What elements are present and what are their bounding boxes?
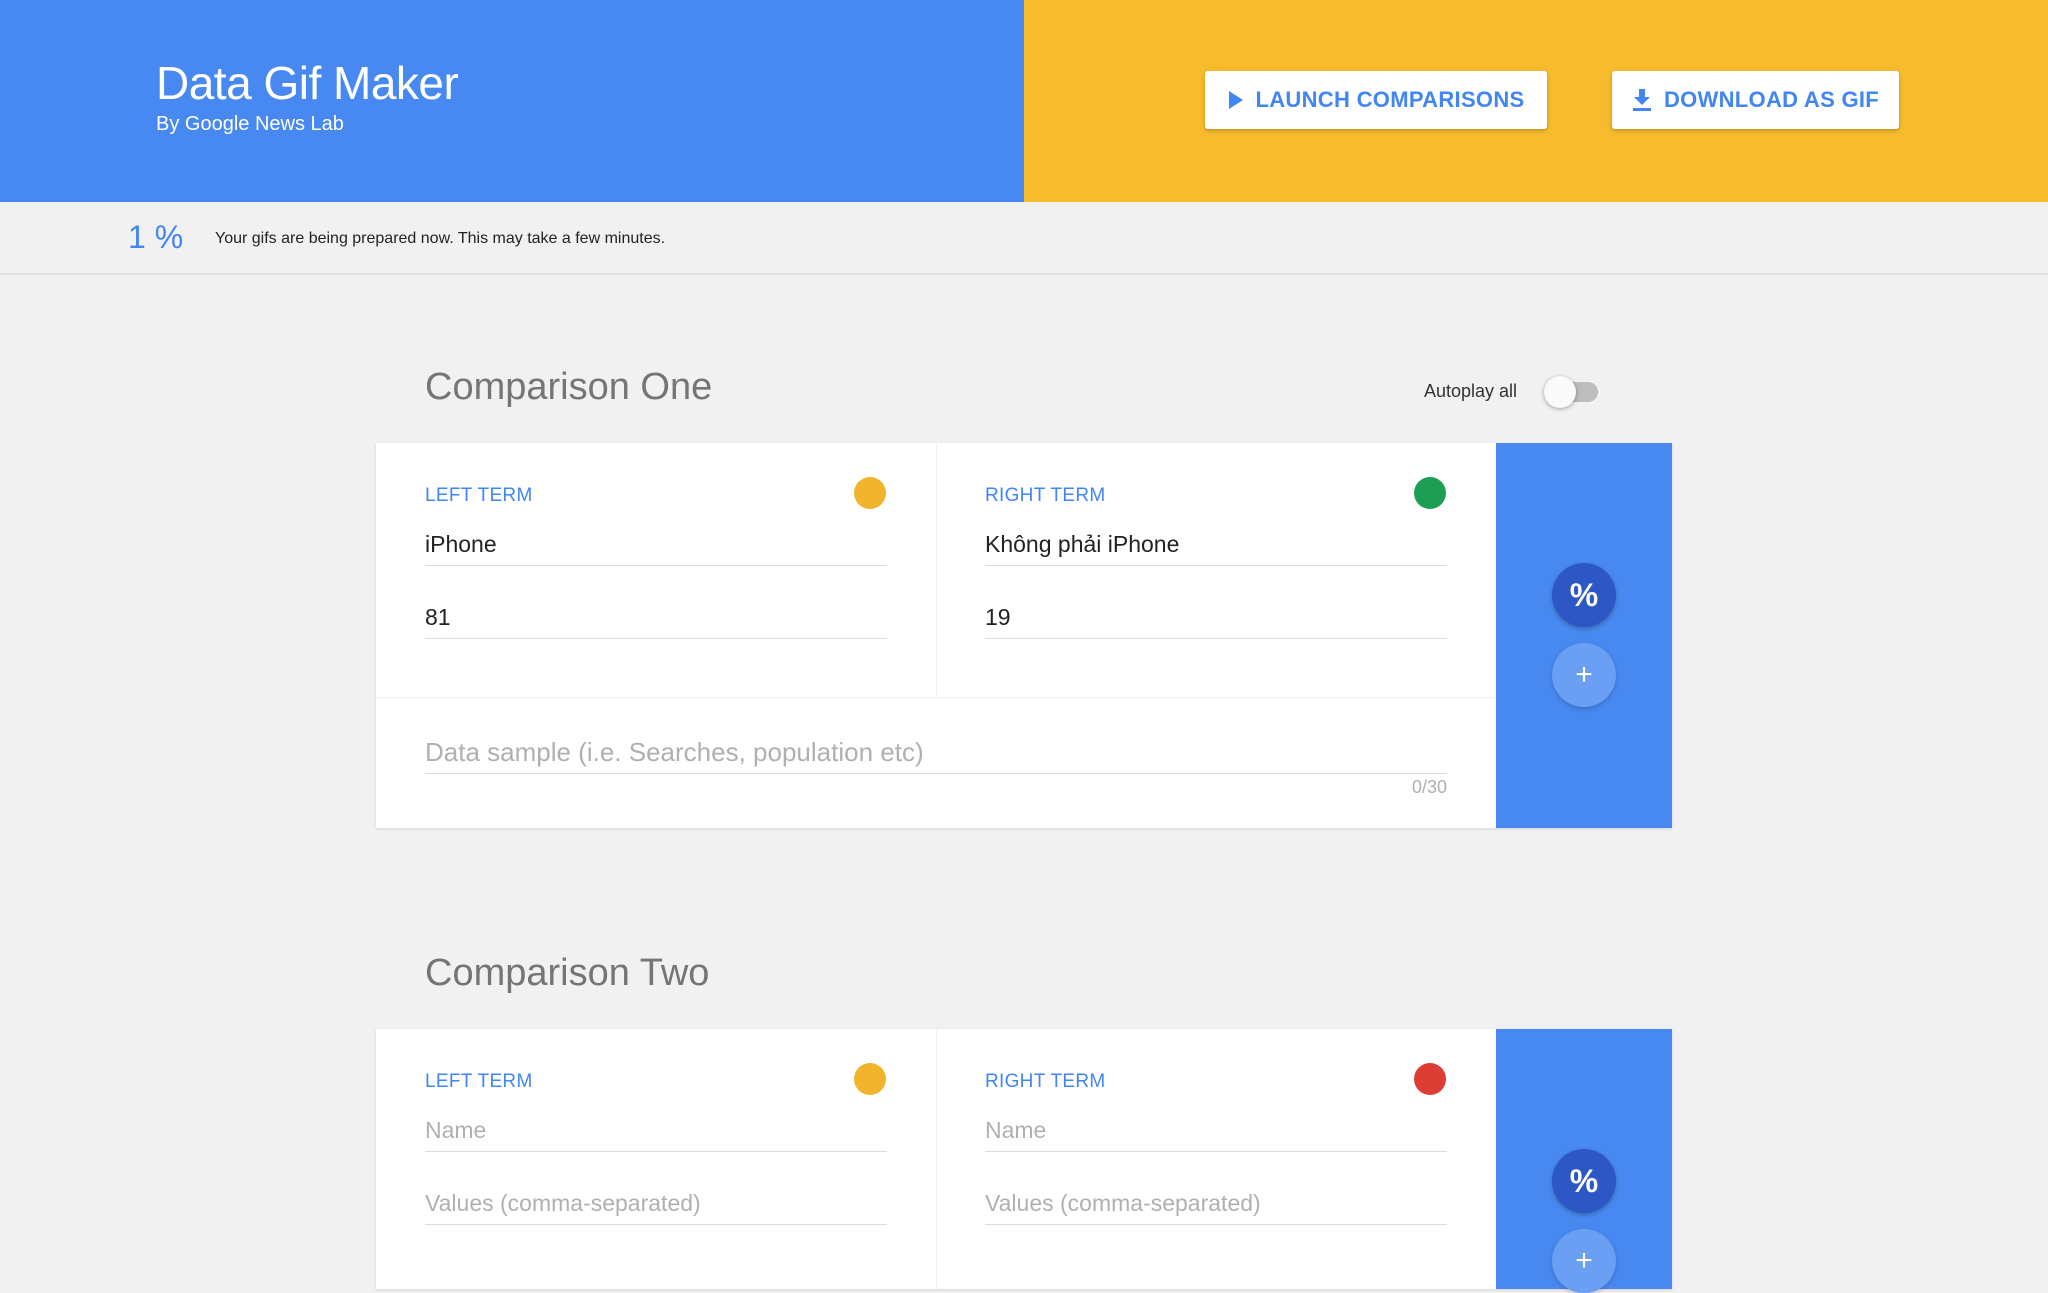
status-message: Your gifs are being prepared now. This m… xyxy=(215,230,666,247)
comparison-two-title: Comparison Two xyxy=(425,952,710,994)
sample-divider xyxy=(376,697,1496,698)
right-term-label: RIGHT TERM xyxy=(985,485,1106,506)
add-button[interactable]: + xyxy=(1552,643,1616,707)
right-term-color-dot[interactable] xyxy=(1414,1063,1446,1095)
comparison-two-action-panel: % + xyxy=(1496,1029,1672,1293)
percent-button[interactable]: % xyxy=(1552,563,1616,627)
percent-button[interactable]: % xyxy=(1552,1149,1616,1213)
header-actions-panel: LAUNCH COMPARISONS DOWNLOAD AS GIF xyxy=(1024,0,2048,202)
comparison-one-title: Comparison One xyxy=(425,366,713,408)
comparison-two-card: LEFT TERM RIGHT TERM % + xyxy=(376,1029,1672,1293)
app-subtitle: By Google News Lab xyxy=(156,113,344,135)
autoplay-label: Autoplay all xyxy=(1424,381,1518,401)
autoplay-toggle-knob xyxy=(1544,376,1576,408)
app-header: Data Gif Maker By Google News Lab LAUNCH… xyxy=(0,0,2048,202)
left-term-label: LEFT TERM xyxy=(425,485,533,506)
download-gif-button[interactable]: DOWNLOAD AS GIF xyxy=(1612,71,1899,129)
download-icon xyxy=(1632,89,1652,111)
left-term-name-input[interactable] xyxy=(425,524,887,566)
comparison-one-action-panel: % + xyxy=(1496,443,1672,828)
play-icon xyxy=(1228,91,1244,109)
header-brand-panel: Data Gif Maker By Google News Lab xyxy=(0,0,1024,202)
launch-comparisons-button[interactable]: LAUNCH COMPARISONS xyxy=(1205,71,1547,129)
sample-char-counter: 0/30 xyxy=(1411,777,1447,797)
left-term-values-input[interactable] xyxy=(425,1183,887,1225)
data-sample-input[interactable] xyxy=(425,732,1447,774)
status-bar: 1 % Your gifs are being prepared now. Th… xyxy=(0,202,2048,275)
right-term-color-dot[interactable] xyxy=(1414,477,1446,509)
left-term-label: LEFT TERM xyxy=(425,1071,533,1092)
right-term-name-input[interactable] xyxy=(985,1110,1447,1152)
left-term-values-input[interactable] xyxy=(425,597,887,639)
left-term-color-dot[interactable] xyxy=(854,1063,886,1095)
right-term-values-input[interactable] xyxy=(985,1183,1447,1225)
download-gif-label: DOWNLOAD AS GIF xyxy=(1663,87,1880,112)
add-button[interactable]: + xyxy=(1552,1229,1616,1293)
launch-comparisons-label: LAUNCH COMPARISONS xyxy=(1255,87,1525,112)
right-term-label: RIGHT TERM xyxy=(985,1071,1106,1092)
left-term-name-input[interactable] xyxy=(425,1110,887,1152)
comparison-one-card: LEFT TERM RIGHT TERM 0/30 % + xyxy=(376,443,1672,828)
progress-percent: 1 % xyxy=(128,219,184,255)
right-term-values-input[interactable] xyxy=(985,597,1447,639)
autoplay-toggle[interactable] xyxy=(1544,376,1602,408)
left-term-color-dot[interactable] xyxy=(854,477,886,509)
app-title: Data Gif Maker xyxy=(156,57,459,109)
right-term-name-input[interactable] xyxy=(985,524,1447,566)
